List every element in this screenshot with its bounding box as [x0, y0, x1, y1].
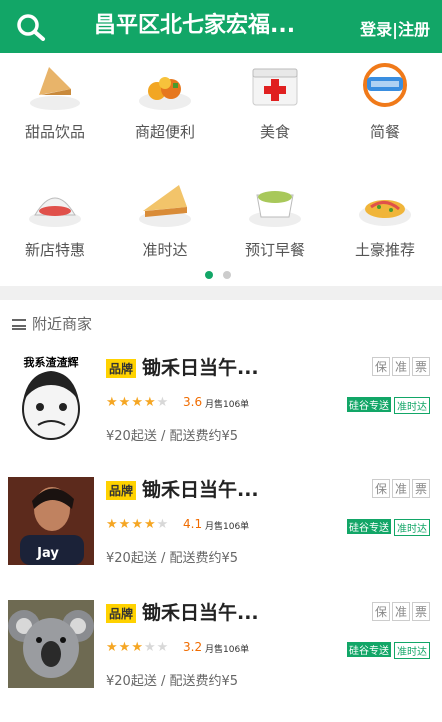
- nearby-title: 附近商家: [32, 315, 93, 333]
- star-half-icon: ★: [143, 395, 157, 410]
- rating-stars: ★★★★★: [106, 640, 169, 655]
- location-title[interactable]: 昌平区北七家宏福...: [94, 11, 314, 41]
- category-item-new-store[interactable]: 新店特惠: [0, 177, 110, 260]
- star-empty-icon: ★: [156, 517, 170, 532]
- tag-invoice: 票: [411, 602, 430, 621]
- shop-name: 锄禾日当午...: [142, 479, 259, 501]
- supermarket-icon: [139, 77, 191, 110]
- delivery-info: ¥20起送 / 配送费约¥5: [106, 429, 238, 444]
- star-icon: ★: [131, 640, 144, 655]
- category-label: 预订早餐: [244, 241, 305, 259]
- pager-dot[interactable]: [223, 271, 231, 279]
- shop-item[interactable]: Jay 品牌 锄禾日当午... 保准票 ★★★★★ 4.1 月售106单 硅谷专…: [0, 477, 442, 597]
- tag-ontime: 准: [391, 602, 410, 621]
- category-label: 简餐: [369, 123, 400, 141]
- carousel-pager: [205, 264, 241, 283]
- tag-ontime: 准: [391, 479, 410, 498]
- pager-dot-active[interactable]: [205, 271, 213, 279]
- category-label: 商超便利: [134, 123, 195, 141]
- new-store-icon: [29, 197, 81, 227]
- star-icon: ★: [118, 517, 132, 532]
- star-empty-icon: ★: [156, 395, 170, 410]
- star-icon: ★: [106, 395, 119, 410]
- star-icon: ★: [131, 395, 144, 410]
- category-item-on-time[interactable]: 准时达: [110, 177, 220, 260]
- tag-guarantee: 保: [371, 602, 390, 621]
- service-tags: 保准票: [370, 479, 430, 498]
- service-tags: 保准票: [370, 357, 430, 376]
- shop-item[interactable]: 品牌 锄禾日当午... 保准票 ★★★★★ 3.2 月售106单 硅谷专送 准时…: [0, 600, 442, 720]
- category-label: 新店特惠: [24, 241, 85, 259]
- search-icon[interactable]: [16, 13, 46, 41]
- shop-name: 锄禾日当午...: [142, 602, 259, 624]
- ontime-badge: 准时达: [394, 397, 430, 414]
- section-divider: [0, 286, 442, 300]
- recommend-icon: [359, 200, 411, 226]
- shop-avatar: 我系渣渣辉: [8, 355, 94, 443]
- ontime-badge: 准时达: [394, 519, 430, 536]
- avatar-caption: Jay: [36, 546, 59, 561]
- tag-invoice: 票: [411, 357, 430, 376]
- star-icon: ★: [131, 517, 144, 532]
- category-item-breakfast[interactable]: 预订早餐: [220, 177, 330, 260]
- star-icon: ★: [106, 640, 119, 655]
- star-icon: ★: [143, 517, 157, 532]
- ontime-badge: 准时达: [394, 642, 430, 659]
- category-item-recommend[interactable]: 土豪推荐: [330, 177, 440, 260]
- star-icon: ★: [118, 640, 132, 655]
- delivery-badge: 硅谷专送: [347, 519, 391, 534]
- top-bar: 昌平区北七家宏福... 登录|注册: [0, 0, 442, 53]
- monthly-sales: 月售106单: [205, 400, 250, 410]
- rating-value: 3.2: [183, 640, 203, 654]
- tag-invoice: 票: [411, 479, 430, 498]
- rating-stars: ★★★★★: [106, 395, 169, 410]
- on-time-icon: [139, 185, 191, 227]
- brand-badge: 品牌: [106, 481, 137, 500]
- service-tags: 保准票: [370, 602, 430, 621]
- delivery-info: ¥20起送 / 配送费约¥5: [106, 674, 238, 689]
- nearby-header: 附近商家: [12, 313, 92, 334]
- login-register-link[interactable]: 登录|注册: [360, 16, 430, 40]
- brand-badge: 品牌: [106, 604, 137, 623]
- delivery-badge: 硅谷专送: [347, 642, 391, 657]
- rating-stars: ★★★★★: [106, 517, 169, 532]
- category-item-simple-meal[interactable]: 简餐: [330, 59, 440, 142]
- category-label: 甜品饮品: [24, 123, 85, 141]
- food-icon: [252, 68, 298, 106]
- avatar-caption: 我系渣渣辉: [24, 355, 79, 369]
- rating-value: 4.1: [183, 517, 203, 531]
- delivery-badge: 硅谷专送: [347, 397, 391, 412]
- shop-item[interactable]: 我系渣渣辉 品牌 锄禾日当午... 保准票 ★★★★★ 3.6 月售106单 硅…: [0, 355, 442, 475]
- tag-guarantee: 保: [371, 357, 390, 376]
- star-empty-icon: ★: [156, 640, 170, 655]
- shop-avatar: [8, 600, 94, 688]
- category-item-dessert[interactable]: 甜品饮品: [0, 59, 110, 142]
- category-item-supermarket[interactable]: 商超便利: [110, 59, 220, 142]
- category-label: 土豪推荐: [354, 241, 415, 259]
- category-grid: 甜品饮品 商超便利 美食 简餐 新店特惠 准时达 预订早餐 土豪推荐: [0, 53, 442, 286]
- simple-meal-icon: [363, 63, 407, 107]
- breakfast-icon: [249, 191, 301, 227]
- monthly-sales: 月售106单: [205, 645, 250, 655]
- star-icon: ★: [118, 395, 132, 410]
- star-icon: ★: [106, 517, 119, 532]
- brand-badge: 品牌: [106, 359, 137, 378]
- category-item-food[interactable]: 美食: [220, 59, 330, 142]
- shop-avatar: Jay: [8, 477, 94, 565]
- tag-guarantee: 保: [371, 479, 390, 498]
- shop-name: 锄禾日当午...: [142, 357, 259, 379]
- dessert-icon: [30, 67, 80, 110]
- monthly-sales: 月售106单: [205, 522, 250, 532]
- rating-value: 3.6: [183, 395, 203, 409]
- delivery-info: ¥20起送 / 配送费约¥5: [106, 551, 238, 566]
- tag-ontime: 准: [391, 357, 410, 376]
- star-empty-icon: ★: [143, 640, 157, 655]
- category-label: 准时达: [142, 241, 188, 259]
- category-label: 美食: [259, 123, 290, 141]
- list-icon: [12, 319, 26, 330]
